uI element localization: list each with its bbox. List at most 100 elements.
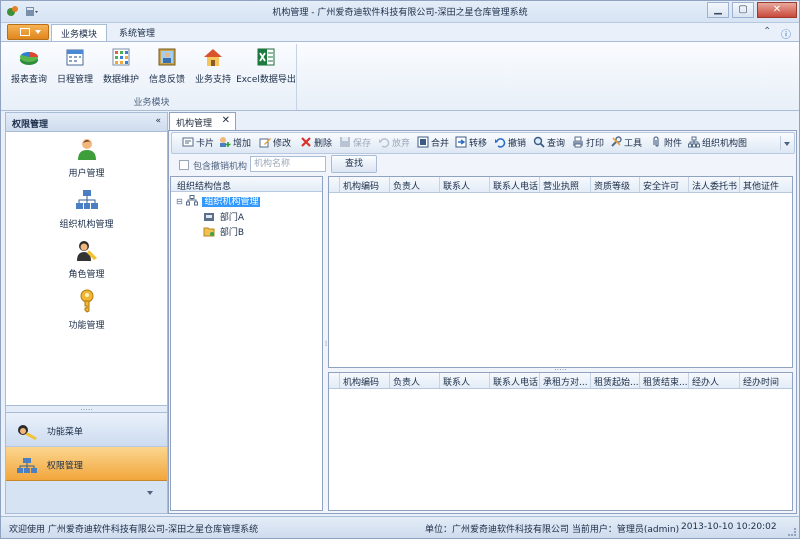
section-label: 权限管理 <box>47 462 83 472</box>
minimize-button[interactable]: ▁ <box>707 2 729 18</box>
ribbon-group-label: 业务模块 <box>7 95 296 108</box>
column-header[interactable]: 其他证件 <box>740 177 792 192</box>
tools-button[interactable]: 工具 <box>610 136 642 152</box>
edit-icon <box>259 136 271 148</box>
column-header[interactable]: 机构编码 <box>340 177 390 192</box>
navigation-pane-options[interactable] <box>6 481 167 513</box>
column-header[interactable]: 承租方对... <box>540 373 591 388</box>
nav-item-role-management[interactable]: 角色管理 <box>6 238 167 280</box>
chevron-down-icon <box>35 30 41 34</box>
data-maintenance-button[interactable]: 数据维护 <box>99 46 143 90</box>
ribbon-collapse-icon[interactable]: ⌃ <box>763 26 771 37</box>
card-icon <box>182 136 194 148</box>
search-icon <box>533 136 545 148</box>
merge-button[interactable]: 合并 <box>417 136 449 152</box>
grid-header: 机构编码 负责人 联系人 联系人电话 营业执照 资质等级 安全许可 法人委托书 … <box>329 177 792 193</box>
collapse-pane-icon[interactable]: « <box>155 116 161 126</box>
save-button[interactable]: 保存 <box>339 136 371 152</box>
nav-item-user-management[interactable]: 用户管理 <box>6 137 167 179</box>
paperclip-icon <box>650 136 662 148</box>
org-name-search-input[interactable] <box>250 156 326 172</box>
close-button[interactable]: ✕ <box>757 2 797 18</box>
app-menu-icon <box>20 28 30 36</box>
save-icon <box>339 136 351 148</box>
column-header[interactable]: 租赁结束... <box>640 373 689 388</box>
column-header[interactable]: 租赁起始... <box>591 373 640 388</box>
org-chart-icon <box>186 195 198 206</box>
navigation-splitter[interactable]: ..... <box>6 405 167 413</box>
add-icon <box>219 136 231 148</box>
toolbar-overflow-button[interactable] <box>780 136 791 150</box>
excel-export-label: Excel数据导出 <box>236 75 296 85</box>
org-chart-button[interactable]: 组织机构图 <box>688 136 747 152</box>
discard-button[interactable]: 放弃 <box>378 136 410 152</box>
grid-corner <box>329 373 340 388</box>
delete-icon <box>300 136 312 148</box>
edit-label: 修改 <box>273 139 291 149</box>
tree-node-root[interactable]: ⊟ 组织机构管理 <box>176 194 260 207</box>
include-revoked-checkbox[interactable] <box>179 160 189 170</box>
column-header[interactable]: 联系人 <box>440 373 490 388</box>
tab-business-module[interactable]: 业务模块 <box>51 24 107 41</box>
org-tree-header: 组织结构信息 <box>171 177 322 192</box>
help-icon[interactable]: ⓘ <box>781 26 791 41</box>
find-button[interactable]: 查找 <box>331 155 377 173</box>
application-menu-button[interactable] <box>7 24 49 40</box>
nav-item-org-management[interactable]: 组织机构管理 <box>6 188 167 230</box>
column-header[interactable]: 联系人电话 <box>490 177 540 192</box>
section-permission-management[interactable]: 权限管理 <box>6 447 167 481</box>
column-header[interactable]: 机构编码 <box>340 373 390 388</box>
tab-system-management[interactable]: 系统管理 <box>110 24 164 41</box>
document-tab-label: 机构管理 <box>176 119 212 129</box>
column-header[interactable]: 负责人 <box>390 177 440 192</box>
column-header[interactable]: 经办时间 <box>740 373 792 388</box>
org-chart-label: 组织机构图 <box>702 139 747 149</box>
column-header[interactable]: 联系人 <box>440 177 490 192</box>
revoke-icon <box>494 136 506 148</box>
query-button[interactable]: 查询 <box>533 136 565 152</box>
delete-button[interactable]: 删除 <box>300 136 332 152</box>
section-label: 功能菜单 <box>47 428 83 438</box>
tools-label: 工具 <box>624 139 642 149</box>
card-button[interactable]: 卡片 <box>182 136 214 152</box>
tree-collapse-icon[interactable]: ⊟ <box>176 197 183 206</box>
schedule-button[interactable]: 日程管理 <box>53 46 97 90</box>
transfer-label: 转移 <box>469 139 487 149</box>
column-header[interactable]: 法人委托书 <box>689 177 740 192</box>
section-function-menu[interactable]: 功能菜单 <box>6 413 167 447</box>
resize-grip[interactable] <box>788 528 796 536</box>
grid-header: 机构编码 负责人 联系人 联系人电话 承租方对... 租赁起始... 租赁结束.… <box>329 373 792 389</box>
column-header[interactable]: 联系人电话 <box>490 373 540 388</box>
delete-label: 删除 <box>314 139 332 149</box>
tree-node-label: 部门B <box>220 228 244 238</box>
column-header[interactable]: 资质等级 <box>591 177 640 192</box>
column-header[interactable]: 安全许可 <box>640 177 689 192</box>
feedback-button[interactable]: 信息反馈 <box>145 46 189 90</box>
excel-export-button[interactable]: Excel数据导出 <box>235 46 297 90</box>
nav-item-function-management[interactable]: 功能管理 <box>6 289 167 331</box>
org-data-grid: 机构编码 负责人 联系人 联系人电话 营业执照 资质等级 安全许可 法人委托书 … <box>328 176 793 368</box>
close-tab-icon[interactable]: ✕ <box>222 115 230 126</box>
revoke-button[interactable]: 撤销 <box>494 136 526 152</box>
tree-node-dept-b[interactable]: 部门B <box>203 225 244 238</box>
column-header[interactable]: 负责人 <box>390 373 440 388</box>
edit-button[interactable]: 修改 <box>259 136 291 152</box>
column-header[interactable]: 经办人 <box>689 373 740 388</box>
save-label: 保存 <box>353 139 371 149</box>
business-support-button[interactable]: 业务支持 <box>191 46 235 90</box>
transfer-button[interactable]: 转移 <box>455 136 487 152</box>
print-button[interactable]: 打印 <box>572 136 604 152</box>
report-query-button[interactable]: 报表查询 <box>7 46 51 90</box>
navigation-pane-header: 权限管理 « <box>6 113 167 132</box>
document-tab-org[interactable]: 机构管理 ✕ <box>169 112 236 130</box>
maximize-button[interactable]: ▢ <box>732 2 754 18</box>
org-chart-icon <box>75 188 99 212</box>
attachment-button[interactable]: 附件 <box>650 136 682 152</box>
tree-node-dept-a[interactable]: 部门A <box>203 210 244 223</box>
org-chart-icon <box>688 136 700 148</box>
org-chart-icon <box>16 457 38 475</box>
ribbon-group-business: 报表查询 日程管理 数据维护 信息反馈 业务支持 Excel数据导出 <box>7 44 297 110</box>
merge-label: 合并 <box>431 139 449 149</box>
column-header[interactable]: 营业执照 <box>540 177 591 192</box>
add-button[interactable]: 增加 <box>219 136 251 152</box>
